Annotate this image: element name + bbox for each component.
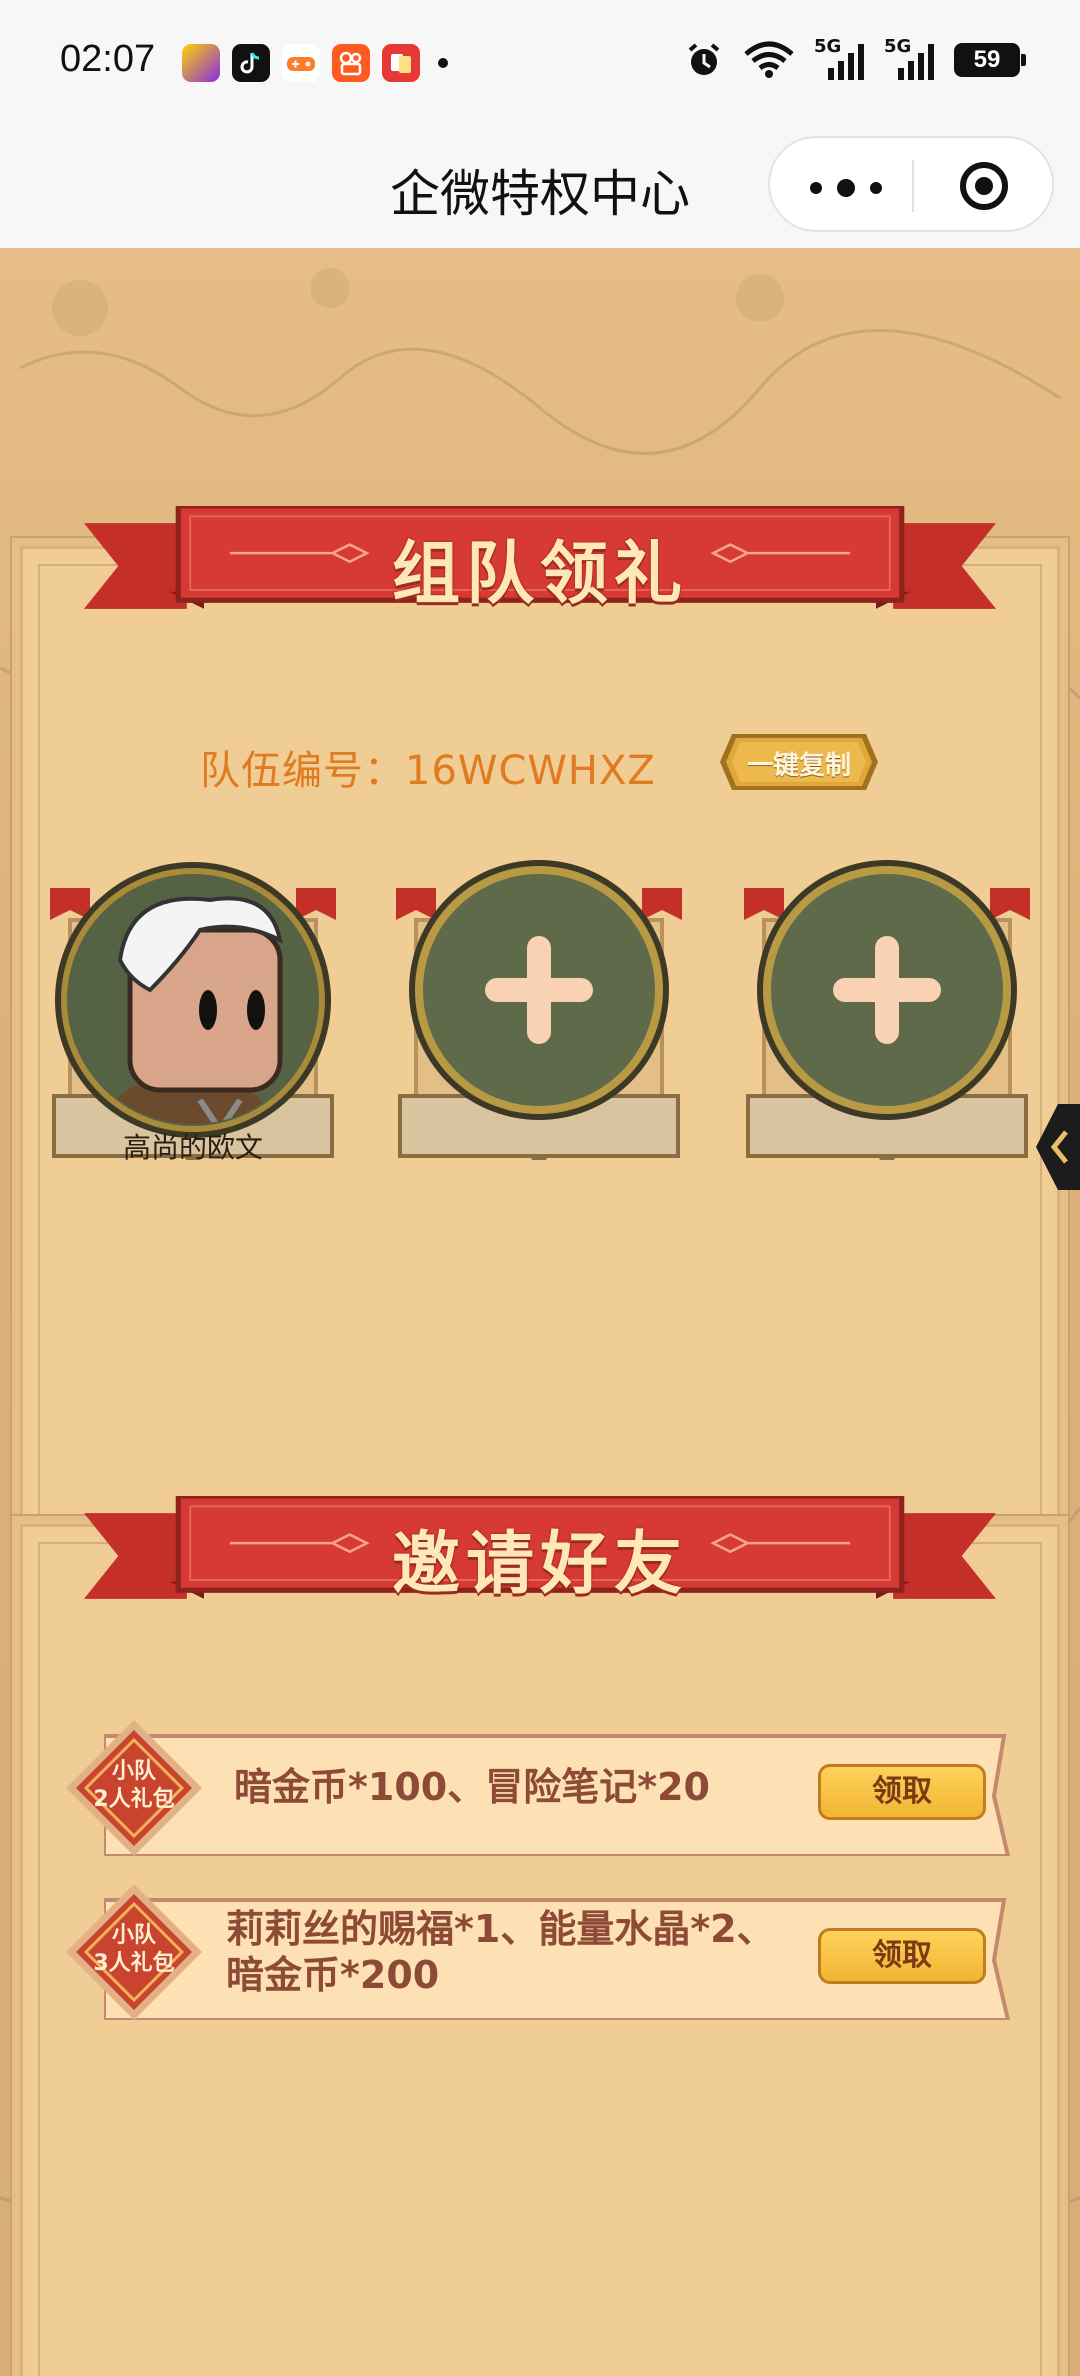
team-section-title: 组队领礼	[391, 535, 688, 614]
side-collapse-tab[interactable]	[1036, 1104, 1080, 1190]
page-content: 组队领礼 队伍编号：16WCWHXZ 一键复制 高尚的欧文 邀请好友 小队 2人…	[0, 248, 1080, 2376]
mini-program-nav-bar: 企微特权中心	[0, 128, 1080, 248]
kuaishou-icon	[332, 44, 370, 82]
capsule-divider	[912, 160, 914, 212]
invite-section-title: 邀请好友	[391, 1525, 688, 1604]
badge-line-2: 2人礼包	[93, 1787, 175, 1812]
system-icons: 5G 5G 59	[684, 36, 1026, 80]
signal-bars-icon	[898, 44, 934, 80]
signal-bars-icon	[828, 44, 864, 80]
reward-badge-text: 小队 2人礼包	[64, 1758, 204, 1814]
reward-text-line-1: 暗金币*100、冒险笔记*20	[234, 1765, 710, 1809]
member-name: 高尚的欧文	[122, 1131, 263, 1164]
battery-icon: 59	[954, 43, 1026, 77]
reward-description: 暗金币*100、冒险笔记*20	[234, 1764, 710, 1810]
copy-button-label: 一键复制	[746, 751, 851, 781]
wifi-icon	[744, 41, 794, 78]
signal-1: 5G	[814, 36, 866, 80]
gamepad-icon	[282, 44, 320, 82]
capsule-menu	[768, 136, 1054, 232]
close-mini-program-icon[interactable]	[958, 160, 1010, 212]
more-icon[interactable]	[806, 178, 886, 198]
signal-2: 5G	[884, 36, 936, 80]
reward-text-line-2: 暗金币*200	[226, 1953, 440, 1997]
claim-button[interactable]: 领取	[818, 1764, 986, 1820]
badge-line-1: 小队	[111, 1759, 156, 1784]
claim-button[interactable]: 领取	[818, 1928, 986, 1984]
alarm-icon	[688, 43, 720, 75]
add-member-plus-icon[interactable]	[833, 936, 941, 1044]
team-id-label: 队伍编号：16WCWHXZ	[200, 748, 656, 794]
reward-row-3-person: 小队 3人礼包 莉莉丝的赐福*1、能量水晶*2、 暗金币*200 领取	[64, 1882, 1018, 2022]
tiktok-icon	[232, 44, 270, 82]
reward-row-2-person: 小队 2人礼包 暗金币*100、冒险笔记*20 领取	[64, 1718, 1018, 1858]
status-bar: 02:07 5G 5G 59	[0, 0, 1080, 128]
add-member-plus-icon[interactable]	[485, 936, 593, 1044]
reward-badge-text: 小队 3人礼包	[64, 1922, 204, 1978]
more-notifications-dot	[438, 58, 448, 68]
member-frame	[50, 862, 336, 1160]
team-member-slot-3[interactable]	[744, 860, 1030, 1160]
card-game-icon	[382, 44, 420, 82]
badge-line-2: 3人礼包	[93, 1951, 175, 1976]
reward-text-line-1: 莉莉丝的赐福*1、能量水晶*2、	[226, 1907, 775, 1951]
copy-team-id-button[interactable]: 一键复制	[718, 730, 880, 794]
badge-line-1: 小队	[111, 1923, 156, 1948]
team-member-slot-2[interactable]	[396, 860, 682, 1160]
notification-icons	[182, 44, 448, 82]
game-app-icon	[182, 44, 220, 82]
reward-description: 莉莉丝的赐福*1、能量水晶*2、 暗金币*200	[226, 1906, 775, 1998]
status-time: 02:07	[60, 38, 156, 80]
team-member-slot-1[interactable]: 高尚的欧文	[50, 860, 336, 1164]
